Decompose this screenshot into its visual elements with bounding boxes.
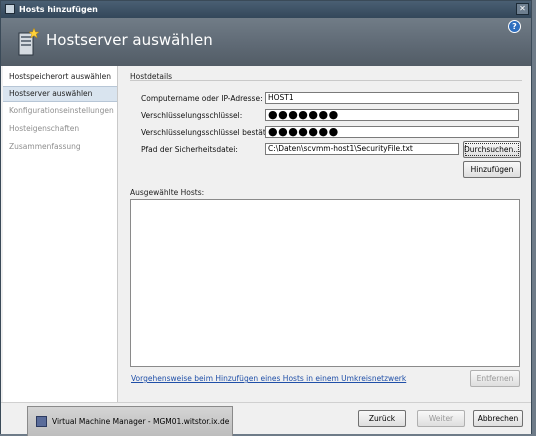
page-title: Hostserver auswählen: [46, 31, 213, 49]
computer-name-label: Computername oder IP-Adresse:: [141, 94, 263, 103]
title-bar[interactable]: Hosts hinzufügen ✕: [1, 1, 531, 18]
encryption-key-confirm-input[interactable]: ●●●●●●●: [265, 126, 519, 138]
next-button: Weiter: [417, 410, 465, 427]
app-icon: [5, 4, 15, 14]
security-file-input[interactable]: C:\Daten\scvmm-host1\SecurityFile.txt: [265, 143, 459, 155]
computer-name-input[interactable]: HOST1: [265, 92, 519, 104]
selected-hosts-list[interactable]: [130, 199, 520, 367]
close-button[interactable]: ✕: [516, 3, 529, 15]
encryption-key-label: Verschlüsselungsschlüssel:: [141, 111, 243, 120]
vmm-app-icon: [36, 416, 47, 427]
taskbar-label: Virtual Machine Manager - MGM01.witstor.…: [52, 417, 230, 426]
step-zusammenfassung: Zusammenfassung: [9, 142, 81, 151]
wizard-header: Hostserver auswählen ?: [1, 18, 531, 66]
step-hostserver[interactable]: Hostserver auswählen: [3, 86, 117, 102]
encryption-key-confirm-label: Verschlüsselungsschlüssel bestätigen:: [141, 128, 285, 137]
server-wizard-icon: [18, 27, 39, 56]
section-divider: [130, 80, 522, 81]
step-konfiguration: Konfigurationseinstellungen: [9, 106, 114, 115]
remove-button: Entfernen: [470, 370, 520, 387]
perimeter-network-help-link[interactable]: Vorgehensweise beim Hinzufügen eines Hos…: [131, 374, 406, 383]
cancel-button[interactable]: Abbrechen: [473, 410, 523, 427]
add-button[interactable]: Hinzufügen: [463, 161, 521, 178]
wizard-steps: Hostspeicherort auswählen Hostserver aus…: [3, 66, 118, 402]
back-button[interactable]: Zurück: [358, 410, 406, 427]
encryption-key-input[interactable]: ●●●●●●●: [265, 109, 519, 121]
add-hosts-dialog: Hosts hinzufügen ✕ Hostserver auswählen …: [0, 0, 532, 434]
selected-hosts-label: Ausgewählte Hosts:: [130, 188, 205, 197]
taskbar-item[interactable]: Virtual Machine Manager - MGM01.witstor.…: [27, 406, 233, 436]
main-panel: Hostdetails Computername oder IP-Adresse…: [118, 66, 532, 402]
browse-button[interactable]: Durchsuchen...: [463, 141, 521, 158]
security-file-label: Pfad der Sicherheitsdatei:: [141, 145, 238, 154]
window-title: Hosts hinzufügen: [19, 5, 98, 14]
step-hostspeicherort[interactable]: Hostspeicherort auswählen: [3, 69, 117, 85]
step-hosteigenschaften: Hosteigenschaften: [9, 124, 80, 133]
help-icon[interactable]: ?: [508, 20, 521, 33]
